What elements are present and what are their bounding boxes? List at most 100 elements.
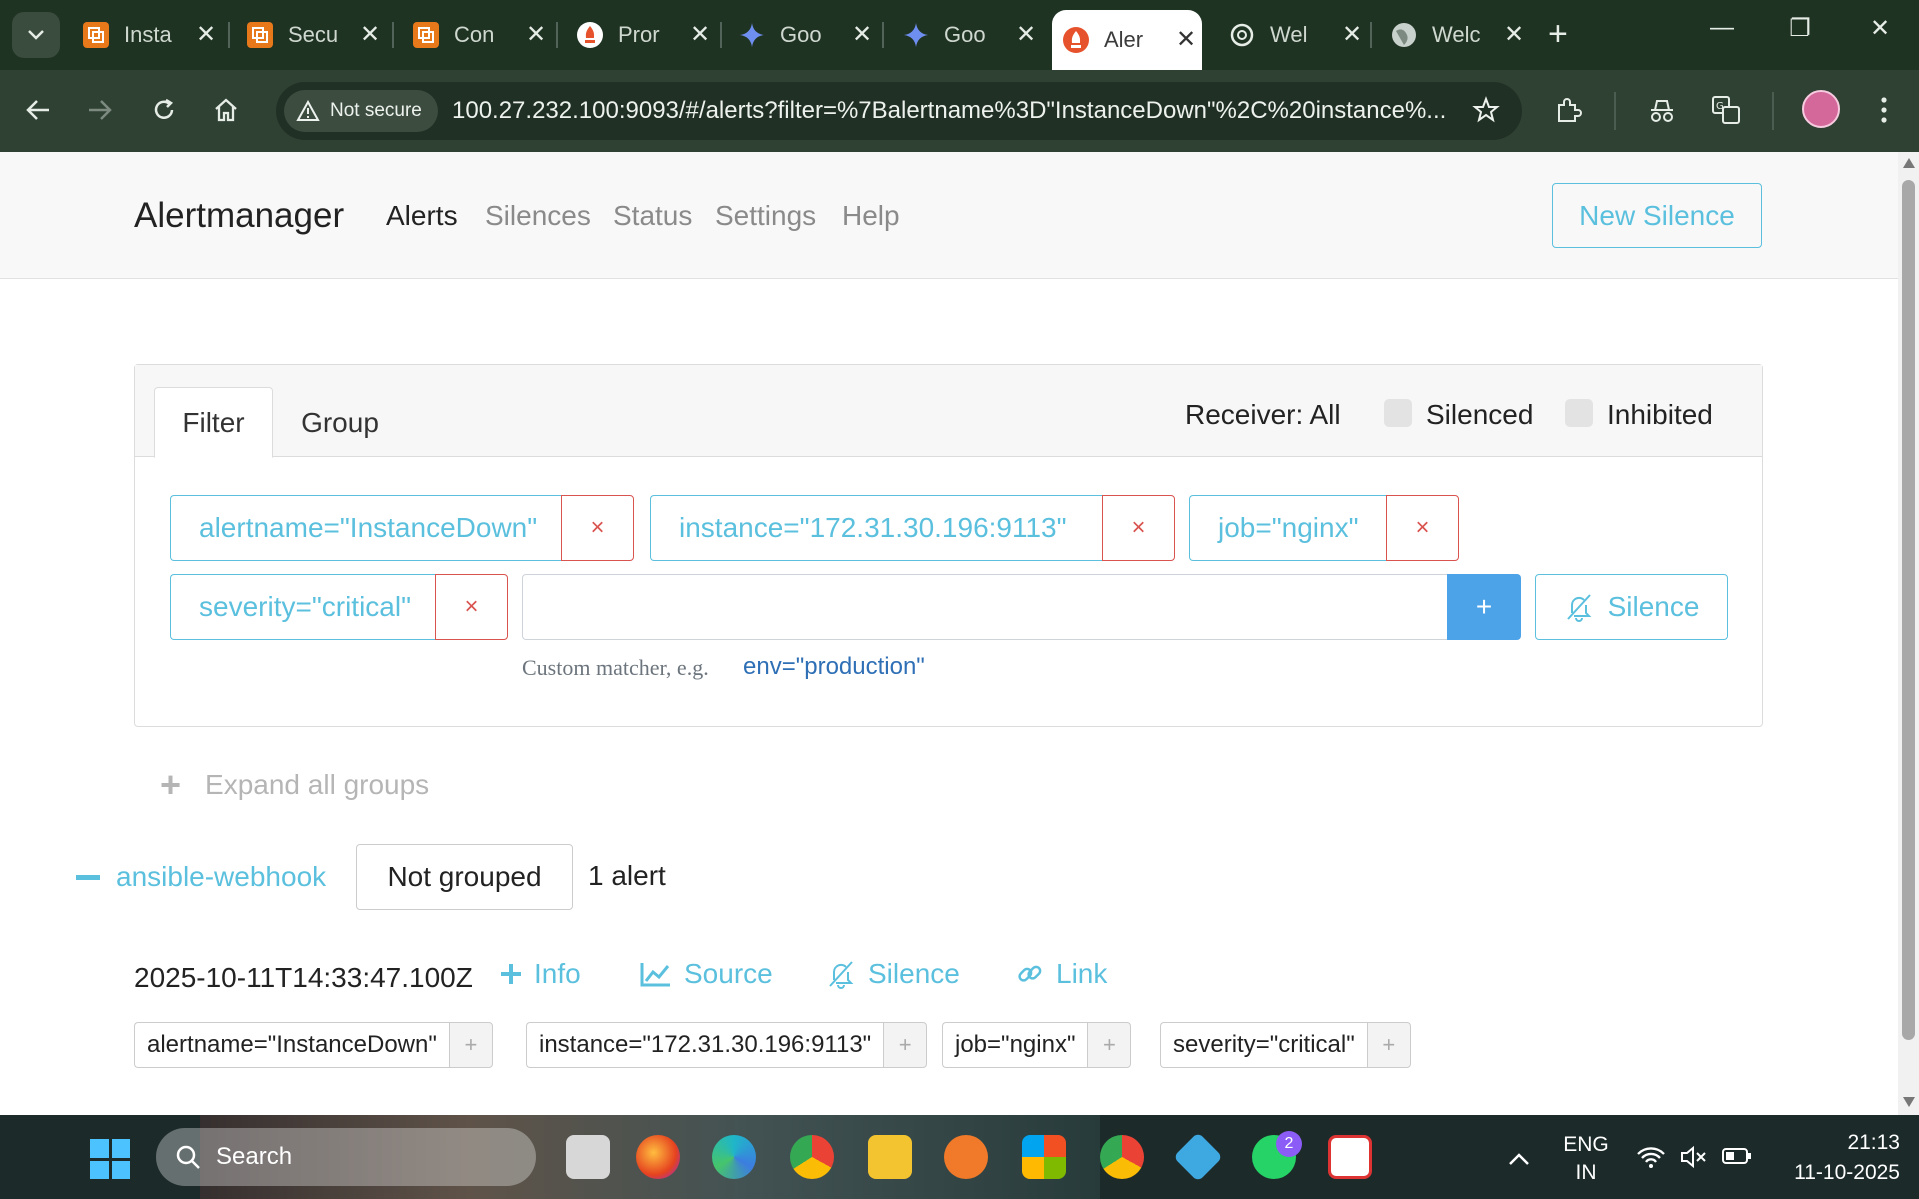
browser-tab-4[interactable]: Pror ✕ [576,10,710,60]
matcher-text[interactable]: job="nginx" [1189,495,1386,561]
receiver-dropdown[interactable]: Receiver: All [1185,399,1341,431]
alert-source-link[interactable]: Source [640,958,773,990]
close-tab-icon[interactable]: ✕ [360,23,380,47]
security-indicator[interactable]: Not secure [284,90,438,132]
volume-muted-icon[interactable] [1680,1145,1708,1176]
silenced-checkbox[interactable] [1384,399,1412,427]
back-icon[interactable] [18,90,58,130]
chrome-icon[interactable] [790,1135,834,1179]
remove-matcher-button[interactable]: × [1102,495,1175,561]
close-tab-icon[interactable]: ✕ [1342,23,1362,47]
custom-matcher-input[interactable] [522,574,1447,640]
brand-title[interactable]: Alertmanager [134,196,344,236]
alert-link-button[interactable]: Link [1016,958,1107,990]
minimize-icon[interactable]: — [1702,14,1742,42]
matcher-text[interactable]: instance="172.31.30.196:9113" [650,495,1102,561]
tab-group[interactable]: Group [277,387,403,458]
inhibited-checkbox[interactable] [1565,399,1593,427]
expand-all-groups[interactable]: + Expand all groups [160,764,429,806]
whatsapp-badge: 2 [1276,1131,1302,1157]
microsoft-store-icon[interactable] [1022,1135,1066,1179]
nav-status[interactable]: Status [613,200,692,232]
chrome-profile-icon[interactable] [1100,1135,1144,1179]
task-view-icon[interactable] [566,1135,610,1179]
browser-tab-2[interactable]: Secu ✕ [246,10,380,60]
nav-help[interactable]: Help [842,200,900,232]
extensions-icon[interactable] [1548,90,1588,130]
file-explorer-icon[interactable] [868,1135,912,1179]
close-tab-icon[interactable]: ✕ [690,23,710,47]
add-label-filter-button[interactable]: + [448,1022,493,1068]
blender-icon[interactable] [944,1135,988,1179]
remove-matcher-button[interactable]: × [1386,495,1459,561]
language-region[interactable]: IN [1560,1161,1612,1185]
tab-search-button[interactable] [12,12,60,58]
alert-label-text[interactable]: severity="critical" [1160,1022,1367,1068]
group-header[interactable]: ansible-webhook [76,844,326,910]
tab-title: Aler [1104,27,1144,52]
language-code[interactable]: ENG [1560,1133,1612,1157]
group-receiver-name[interactable]: ansible-webhook [116,861,326,893]
translate-icon[interactable]: G [1706,90,1746,130]
nav-settings[interactable]: Settings [715,200,816,232]
address-bar[interactable]: Not secure 100.27.232.100:9093/#/alerts?… [276,82,1522,140]
bookmark-star-icon[interactable] [1472,96,1500,129]
url-text[interactable]: 100.27.232.100:9093/#/alerts?filter=%7Ba… [452,97,1452,125]
clock-time[interactable]: 21:13 [1770,1131,1900,1155]
snipping-tool-icon[interactable] [1328,1135,1372,1179]
close-tab-icon[interactable]: ✕ [526,23,546,47]
chevron-up-icon[interactable] [1508,1145,1530,1173]
remove-matcher-button[interactable]: × [435,574,508,640]
browser-tab-8[interactable]: Wel ✕ [1228,10,1362,60]
add-label-filter-button[interactable]: + [1087,1022,1132,1068]
browser-tab-3[interactable]: Con ✕ [412,10,546,60]
silence-filter-button[interactable]: Silence [1535,574,1728,640]
restore-icon[interactable]: ❐ [1780,14,1820,43]
new-tab-icon[interactable]: + [1548,14,1568,54]
browser-tab-1[interactable]: Insta ✕ [82,10,216,60]
add-label-filter-button[interactable]: + [883,1022,928,1068]
remove-matcher-button[interactable]: × [561,495,634,561]
alert-label-text[interactable]: instance="172.31.30.196:9113" [526,1022,884,1068]
alert-info-button[interactable]: Info [500,958,581,990]
clock-date[interactable]: 11-10-2025 [1760,1161,1900,1185]
add-matcher-button[interactable]: + [1447,574,1521,640]
new-silence-button[interactable]: New Silence [1552,183,1762,248]
matcher-text[interactable]: alertname="InstanceDown" [170,495,561,561]
tab-filter[interactable]: Filter [154,387,273,458]
alert-label-text[interactable]: alertname="InstanceDown" [134,1022,449,1068]
home-icon[interactable] [206,90,246,130]
windows-start-icon[interactable] [90,1139,130,1179]
scroll-up-arrow[interactable] [1903,158,1915,168]
add-label-filter-button[interactable]: + [1366,1022,1411,1068]
browser-tab-6[interactable]: Goo ✕ [902,10,1036,60]
close-tab-icon[interactable]: ✕ [1016,23,1036,47]
nav-silences[interactable]: Silences [485,200,591,232]
wifi-icon[interactable] [1636,1145,1666,1176]
close-tab-icon[interactable]: ✕ [196,23,216,47]
close-window-icon[interactable]: ✕ [1860,14,1900,43]
close-tab-icon[interactable]: ✕ [852,23,872,47]
close-tab-icon[interactable]: ✕ [1504,23,1524,47]
more-menu-icon[interactable] [1864,90,1904,130]
firefox-icon[interactable] [636,1135,680,1179]
browser-tab-5[interactable]: Goo ✕ [738,10,872,60]
alert-silence-button[interactable]: Silence [826,958,960,990]
browser-tab-active[interactable]: Aler ✕ [1052,10,1202,70]
matcher-text[interactable]: severity="critical" [170,574,435,640]
profile-avatar[interactable] [1802,90,1840,128]
close-tab-icon[interactable]: ✕ [1176,28,1196,52]
reload-icon[interactable] [144,90,184,130]
page-scrollbar[interactable] [1898,152,1919,1115]
forward-icon[interactable] [80,90,120,130]
battery-icon[interactable] [1722,1145,1752,1173]
nav-alerts[interactable]: Alerts [386,200,458,232]
taskbar-search[interactable]: Search [156,1128,536,1186]
edge-icon[interactable] [712,1135,756,1179]
browser-tab-9[interactable]: Welc ✕ [1390,10,1524,60]
scroll-thumb[interactable] [1902,180,1915,1040]
incognito-icon[interactable] [1642,90,1682,130]
scroll-down-arrow[interactable] [1903,1097,1915,1107]
alert-label-text[interactable]: job="nginx" [942,1022,1088,1068]
git-icon[interactable] [1173,1132,1223,1182]
